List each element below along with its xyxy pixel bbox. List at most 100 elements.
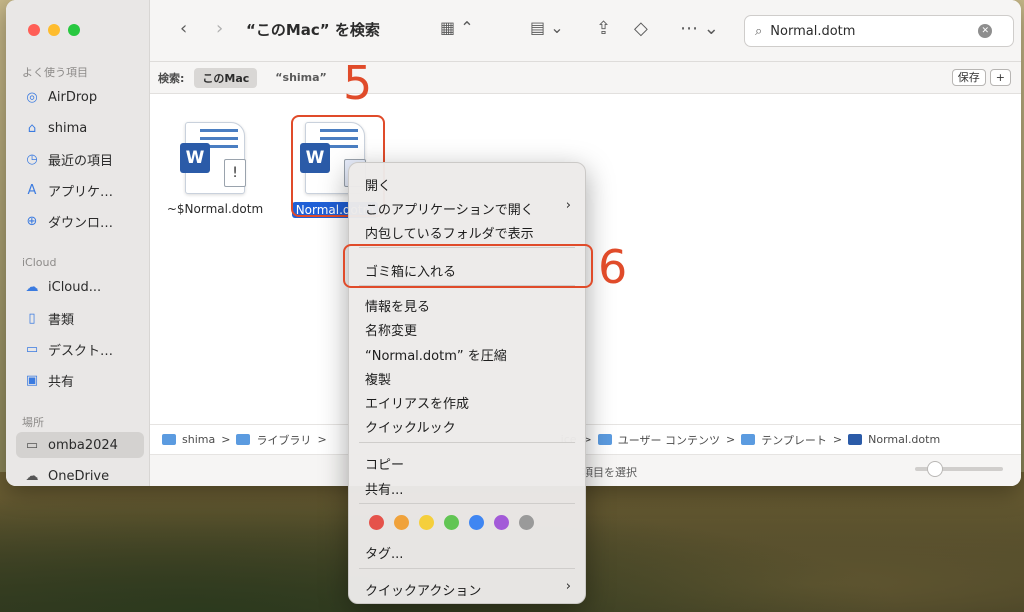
sidebar-item-label: 書類 [48, 312, 75, 328]
search-scope-bar: 検索: このMac “shima” 保存 + [150, 62, 1021, 94]
step6-number: 6 [598, 240, 628, 294]
search-field[interactable]: ⌕ ✕ [744, 15, 1014, 47]
more-actions-icon[interactable]: ⋯ ⌄ [680, 18, 719, 39]
window-title: “このMac” を検索 [246, 21, 380, 39]
scope-this-mac[interactable]: このMac [194, 67, 258, 88]
sidebar-item-icloud-drive[interactable]: ☁ iCloud... [16, 274, 144, 300]
sidebar-item-home[interactable]: ⌂ shima [16, 115, 144, 141]
menu-make-alias[interactable]: エイリアスを作成 [365, 393, 469, 412]
close-button[interactable] [28, 24, 40, 36]
menu-divider [359, 568, 575, 569]
path-separator: > [726, 433, 736, 446]
context-menu: 開く このアプリケーションで開く › 内包しているフォルダで表示 ゴミ箱に入れる… [348, 162, 586, 604]
menu-divider [359, 442, 575, 443]
path-separator: > [221, 433, 231, 446]
menu-duplicate[interactable]: 複製 [365, 369, 391, 388]
word-document-icon: W ! [180, 122, 246, 194]
laptop-icon: ▭ [25, 437, 39, 453]
scope-actions: 保存 + [951, 69, 1011, 86]
menu-compress[interactable]: “Normal.dotm” を圧縮 [365, 345, 507, 364]
download-icon: ⊕ [26, 213, 38, 229]
sidebar-item-downloads[interactable]: ⊕ ダウンロ… [16, 208, 144, 234]
sidebar-item-label: デスクト… [48, 343, 114, 359]
path-item[interactable]: ライブラリ [256, 432, 311, 448]
toolbar: ‹ › “このMac” を検索 ▦ ⌃ ▤ ⌄ ⇪ ◇ ⋯ ⌄ ⌕ ✕ [150, 0, 1021, 62]
search-icon: ⌕ [755, 23, 763, 39]
sidebar-item-applications[interactable]: A アプリケ… [16, 177, 144, 203]
menu-open[interactable]: 開く [365, 175, 391, 194]
airdrop-icon: ◎ [26, 89, 38, 105]
sidebar-item-label: iCloud... [48, 279, 102, 295]
desktop-icon: ▭ [25, 341, 39, 357]
path-item[interactable]: テンプレート [761, 432, 827, 448]
menu-quick-actions[interactable]: クイックアクション [365, 580, 481, 599]
menu-quick-look[interactable]: クイックルック [365, 417, 456, 436]
sidebar-item-label: shima [48, 120, 88, 136]
zoom-button[interactable] [68, 24, 80, 36]
sidebar-item-label: 共有 [48, 374, 75, 390]
path-item[interactable]: shima [182, 433, 215, 446]
icon-size-slider[interactable] [915, 461, 1003, 477]
cloud-icon: ☁ [25, 279, 39, 295]
scope-user-folder[interactable]: “shima” [267, 69, 335, 86]
menu-rename[interactable]: 名称変更 [365, 320, 417, 339]
add-criteria-button[interactable]: + [989, 69, 1011, 86]
sidebar-item-omba2024[interactable]: ▭ omba2024 [16, 432, 144, 458]
tag-red[interactable] [369, 515, 384, 530]
word-badge-icon: W [180, 143, 210, 173]
sidebar-item-documents[interactable]: ▯ 書類 [16, 305, 144, 331]
minimize-button[interactable] [48, 24, 60, 36]
chevron-right-icon: › [565, 579, 571, 594]
sidebar-item-airdrop[interactable]: ◎ AirDrop [16, 84, 144, 110]
share-icon[interactable]: ⇪ [596, 18, 611, 39]
view-grid-icon[interactable]: ▦ ⌃ [440, 18, 474, 37]
tag-yellow[interactable] [419, 515, 434, 530]
menu-copy[interactable]: コピー [365, 454, 404, 473]
menu-get-info[interactable]: 情報を見る [365, 296, 430, 315]
sidebar-heading-locations: 場所 [22, 416, 44, 429]
sidebar-item-label: ダウンロ… [48, 215, 114, 231]
sidebar-item-label: 最近の項目 [48, 153, 114, 169]
tag-gray[interactable] [519, 515, 534, 530]
chevron-right-icon: › [565, 198, 571, 213]
warning-icon: ! [224, 159, 246, 187]
tag-green[interactable] [444, 515, 459, 530]
forward-icon[interactable]: › [216, 18, 223, 39]
search-input[interactable] [770, 23, 971, 39]
back-icon[interactable]: ‹ [180, 18, 187, 39]
status-text: 項目を選択 [582, 466, 637, 479]
scope-label: 検索: [158, 71, 185, 85]
sidebar-item-onedrive[interactable]: ☁ OneDrive [16, 463, 144, 486]
menu-show-in-folder[interactable]: 内包しているフォルダで表示 [365, 223, 534, 242]
path-separator: > [832, 433, 843, 446]
cloud-icon: ☁ [25, 468, 39, 484]
file-item[interactable]: W ! ~$Normal.dotm [160, 122, 270, 216]
sidebar-item-desktop[interactable]: ▭ デスクト… [16, 336, 144, 362]
slider-knob[interactable] [927, 461, 943, 477]
home-icon: ⌂ [27, 120, 37, 136]
clock-icon: ◷ [26, 151, 38, 167]
tag-color-row [369, 515, 534, 530]
tag-purple[interactable] [494, 515, 509, 530]
sidebar-item-recents[interactable]: ◷ 最近の項目 [16, 146, 144, 172]
group-icon[interactable]: ▤ ⌄ [530, 18, 564, 37]
path-item[interactable]: ユーザー コンテンツ [618, 432, 720, 448]
path-item[interactable]: Normal.dotm [868, 433, 940, 446]
menu-open-with[interactable]: このアプリケーションで開く [365, 199, 534, 218]
sidebar-item-shared[interactable]: ▣ 共有 [16, 367, 144, 393]
word-file-icon [848, 434, 863, 445]
folder-icon [741, 434, 756, 445]
menu-divider [359, 503, 575, 504]
tag-orange[interactable] [394, 515, 409, 530]
clear-search-icon[interactable]: ✕ [978, 24, 993, 38]
folder-icon [236, 434, 251, 445]
window-controls [28, 24, 80, 36]
menu-tags[interactable]: タグ... [365, 543, 403, 562]
folder-icon [597, 434, 612, 445]
tag-icon[interactable]: ◇ [634, 18, 648, 39]
save-search-button[interactable]: 保存 [951, 69, 986, 86]
menu-share[interactable]: 共有... [365, 479, 403, 498]
tag-blue[interactable] [469, 515, 484, 530]
sidebar-heading-favorites: よく使う項目 [22, 66, 88, 79]
applications-icon: A [27, 182, 37, 198]
